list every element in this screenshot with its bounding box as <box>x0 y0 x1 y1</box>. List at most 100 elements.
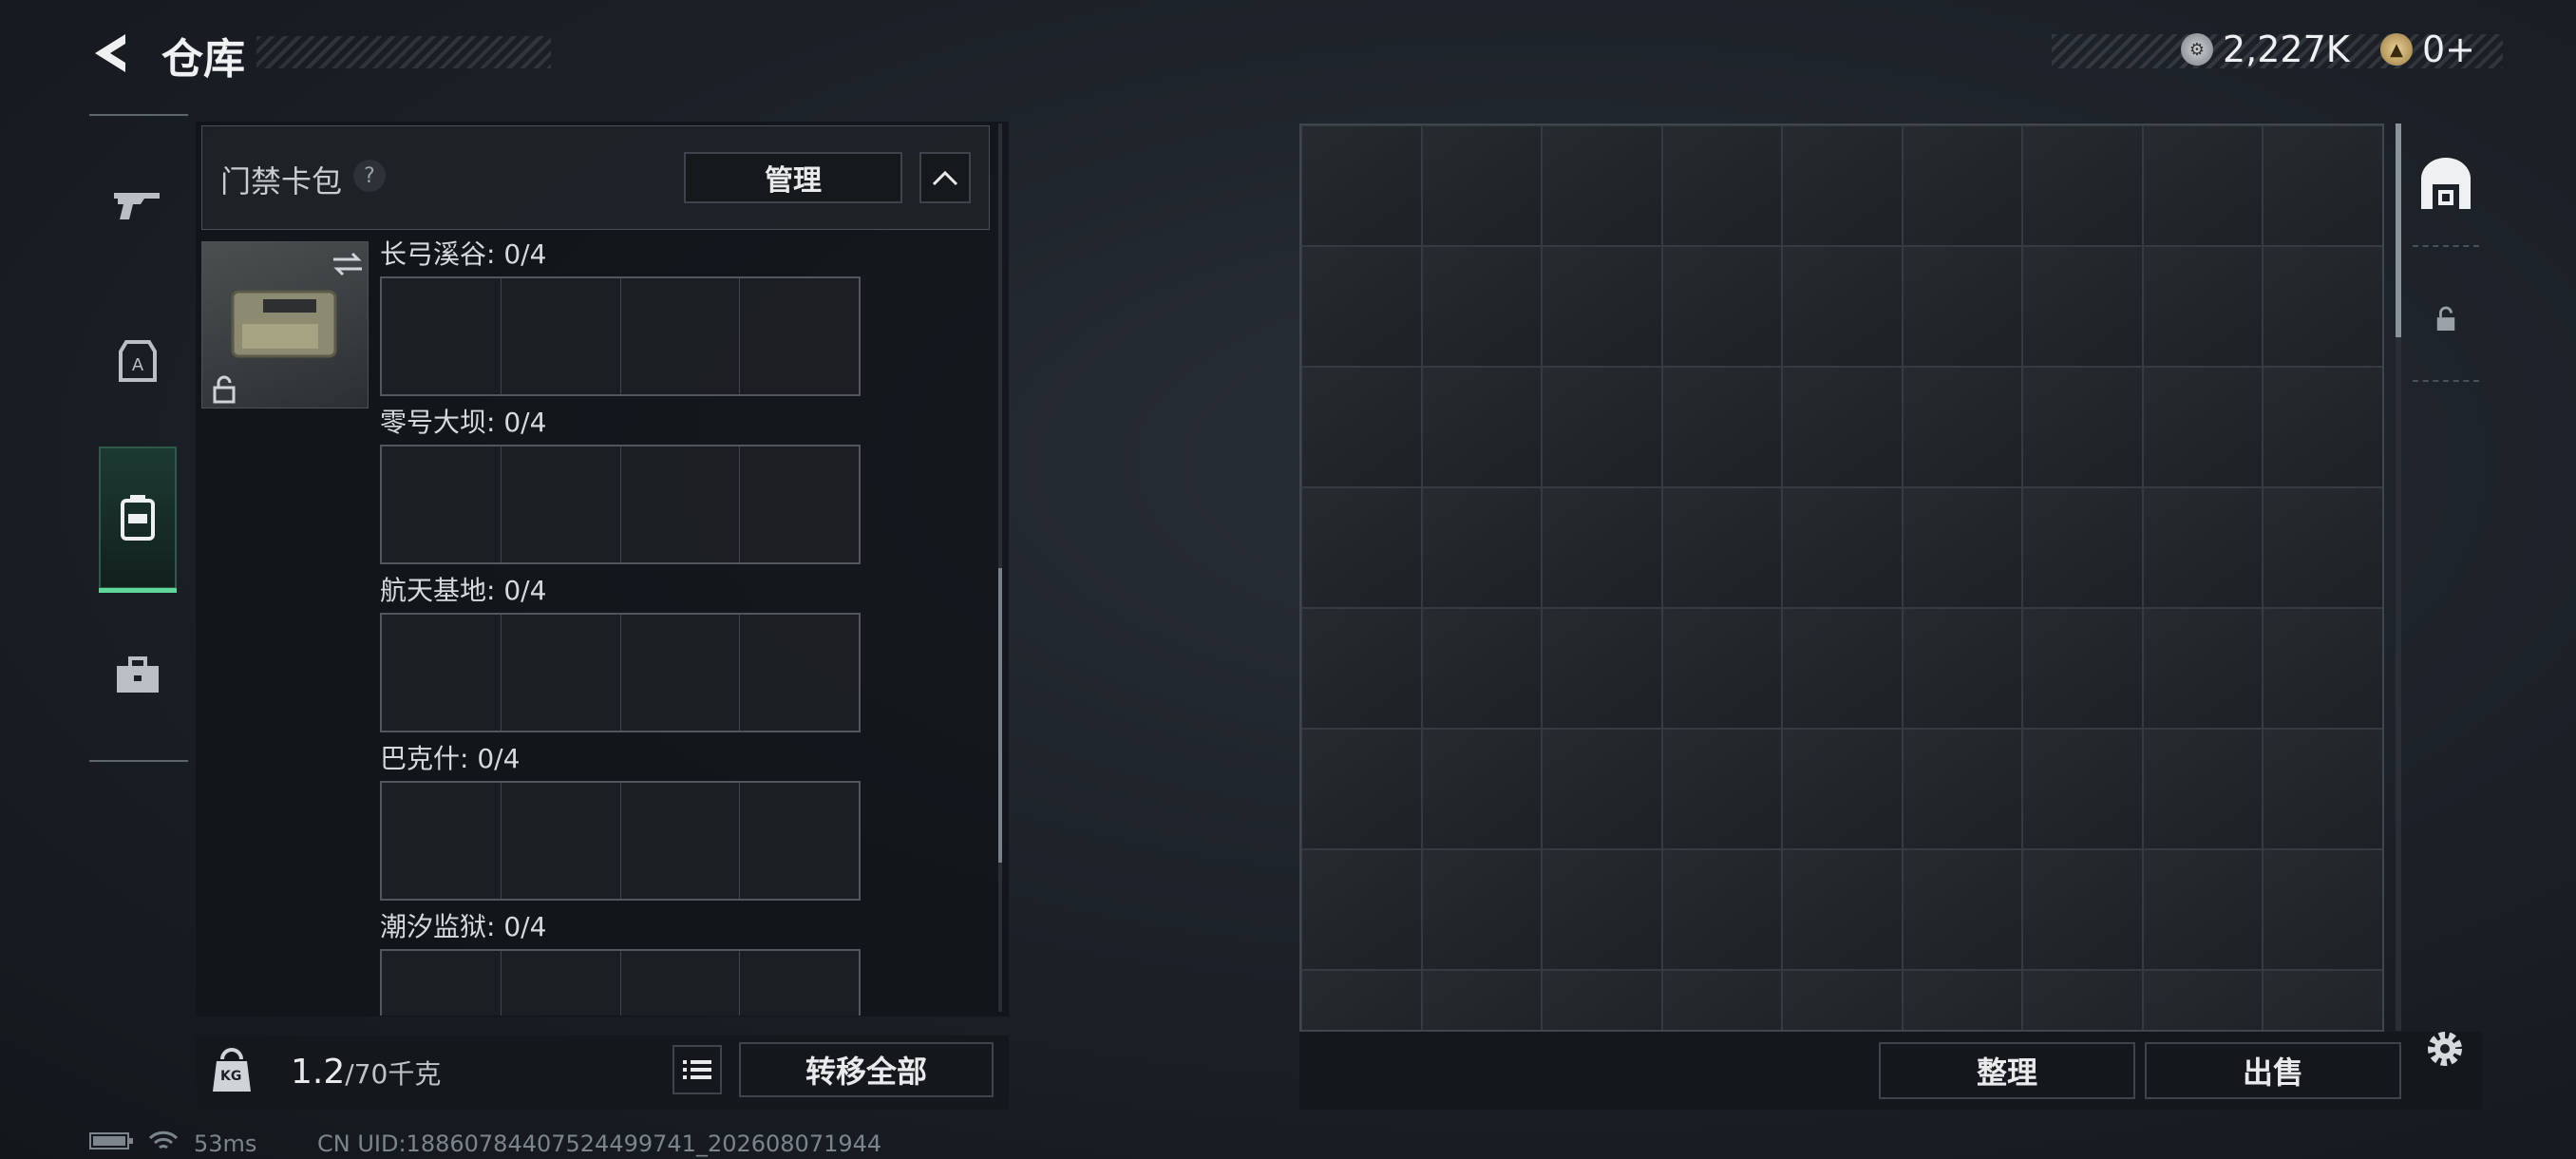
storage-cell[interactable] <box>2022 729 2143 849</box>
storage-cell[interactable] <box>1421 367 1542 487</box>
storage-cell[interactable] <box>1301 367 1422 487</box>
storage-cell[interactable] <box>1661 729 1782 849</box>
storage-cell[interactable] <box>2142 367 2263 487</box>
storage-tab-main[interactable] <box>2413 124 2479 247</box>
card-slot-row[interactable] <box>380 949 861 1016</box>
storage-cell[interactable] <box>1661 487 1782 608</box>
storage-cell[interactable] <box>1902 246 2022 367</box>
card-slot-row[interactable] <box>380 276 861 396</box>
storage-cell[interactable] <box>1301 970 1422 1030</box>
storage-tab-locked[interactable] <box>2413 258 2479 382</box>
storage-cell[interactable] <box>1301 729 1422 849</box>
storage-cell[interactable] <box>2263 729 2382 849</box>
storage-cell[interactable] <box>2263 367 2382 487</box>
weight-capacity: /70千克 <box>345 1058 442 1090</box>
storage-scroll-thumb[interactable] <box>2396 124 2401 337</box>
storage-cell[interactable] <box>1782 608 1903 729</box>
storage-cell[interactable] <box>2142 970 2263 1030</box>
storage-cell[interactable] <box>2263 487 2382 608</box>
back-button[interactable] <box>87 28 137 78</box>
storage-cell[interactable] <box>1542 608 1662 729</box>
storage-cell[interactable] <box>1661 125 1782 246</box>
storage-cell[interactable] <box>2263 849 2382 970</box>
storage-cell[interactable] <box>1661 849 1782 970</box>
storage-cell[interactable] <box>1782 246 1903 367</box>
storage-grid[interactable] <box>1299 124 2384 1032</box>
storage-cell[interactable] <box>1542 125 1662 246</box>
storage-cell[interactable] <box>1661 246 1782 367</box>
collapse-button[interactable] <box>919 152 971 203</box>
storage-cell[interactable] <box>1782 367 1903 487</box>
storage-cell[interactable] <box>1661 608 1782 729</box>
storage-cell[interactable] <box>2022 125 2143 246</box>
storage-cell[interactable] <box>1421 608 1542 729</box>
help-icon[interactable]: ? <box>353 160 386 192</box>
storage-cell[interactable] <box>1782 849 1903 970</box>
rail-tab-toolbox[interactable] <box>99 604 177 747</box>
storage-cell[interactable] <box>2263 970 2382 1030</box>
storage-cell[interactable] <box>1421 246 1542 367</box>
card-slot-row[interactable] <box>380 445 861 564</box>
storage-cell[interactable] <box>1782 487 1903 608</box>
storage-cell[interactable] <box>1542 246 1662 367</box>
storage-cell[interactable] <box>1542 729 1662 849</box>
storage-cell[interactable] <box>1902 608 2022 729</box>
storage-cell[interactable] <box>1902 125 2022 246</box>
battery-icon <box>89 1130 135 1157</box>
storage-cell[interactable] <box>2263 608 2382 729</box>
panel-scroll-thumb[interactable] <box>998 568 1002 863</box>
storage-cell[interactable] <box>2142 849 2263 970</box>
storage-cell[interactable] <box>2022 487 2143 608</box>
storage-cell[interactable] <box>1421 729 1542 849</box>
storage-cell[interactable] <box>1902 970 2022 1030</box>
card-slot-row[interactable] <box>380 613 861 732</box>
storage-cell[interactable] <box>1421 970 1542 1030</box>
storage-cell[interactable] <box>1782 729 1903 849</box>
storage-cell[interactable] <box>2142 487 2263 608</box>
storage-cell[interactable] <box>1301 125 1422 246</box>
storage-cell[interactable] <box>1542 849 1662 970</box>
storage-cell[interactable] <box>2263 125 2382 246</box>
rail-tab-weapons[interactable] <box>99 133 177 276</box>
card-pack-item[interactable] <box>201 241 369 408</box>
storage-cell[interactable] <box>1421 849 1542 970</box>
storage-cell[interactable] <box>1542 367 1662 487</box>
storage-cell[interactable] <box>2022 246 2143 367</box>
storage-cell[interactable] <box>1301 608 1422 729</box>
storage-cell[interactable] <box>2022 970 2143 1030</box>
transfer-all-button[interactable]: 转移全部 <box>739 1042 994 1097</box>
storage-cell[interactable] <box>1902 367 2022 487</box>
storage-cell[interactable] <box>2142 608 2263 729</box>
card-slot-row[interactable] <box>380 781 861 901</box>
storage-cell[interactable] <box>2142 125 2263 246</box>
list-view-button[interactable] <box>672 1045 722 1094</box>
storage-cell[interactable] <box>1542 970 1662 1030</box>
storage-cell[interactable] <box>1661 970 1782 1030</box>
storage-cell[interactable] <box>1902 729 2022 849</box>
organize-button[interactable]: 整理 <box>1879 1042 2135 1099</box>
storage-cell[interactable] <box>1902 849 2022 970</box>
sell-button[interactable]: 出售 <box>2145 1042 2401 1099</box>
storage-cell[interactable] <box>2022 608 2143 729</box>
storage-cell[interactable] <box>1661 367 1782 487</box>
rail-tab-backpack[interactable] <box>99 446 177 593</box>
storage-cell[interactable] <box>1421 487 1542 608</box>
storage-cell[interactable] <box>1301 487 1422 608</box>
rail-tab-character[interactable]: A <box>99 290 177 432</box>
currency-gold[interactable]: ▲ 0+ <box>2380 28 2475 70</box>
storage-cell[interactable] <box>2142 246 2263 367</box>
storage-cell[interactable] <box>1301 849 1422 970</box>
storage-cell[interactable] <box>1902 487 2022 608</box>
storage-cell[interactable] <box>2142 729 2263 849</box>
manage-button[interactable]: 管理 <box>684 152 902 203</box>
storage-cell[interactable] <box>2022 367 2143 487</box>
storage-cell[interactable] <box>2263 246 2382 367</box>
swap-icon[interactable] <box>331 250 364 278</box>
settings-button[interactable] <box>2420 1024 2470 1074</box>
storage-cell[interactable] <box>1421 125 1542 246</box>
storage-cell[interactable] <box>1782 970 1903 1030</box>
storage-cell[interactable] <box>2022 849 2143 970</box>
storage-cell[interactable] <box>1301 246 1422 367</box>
storage-cell[interactable] <box>1782 125 1903 246</box>
storage-cell[interactable] <box>1542 487 1662 608</box>
